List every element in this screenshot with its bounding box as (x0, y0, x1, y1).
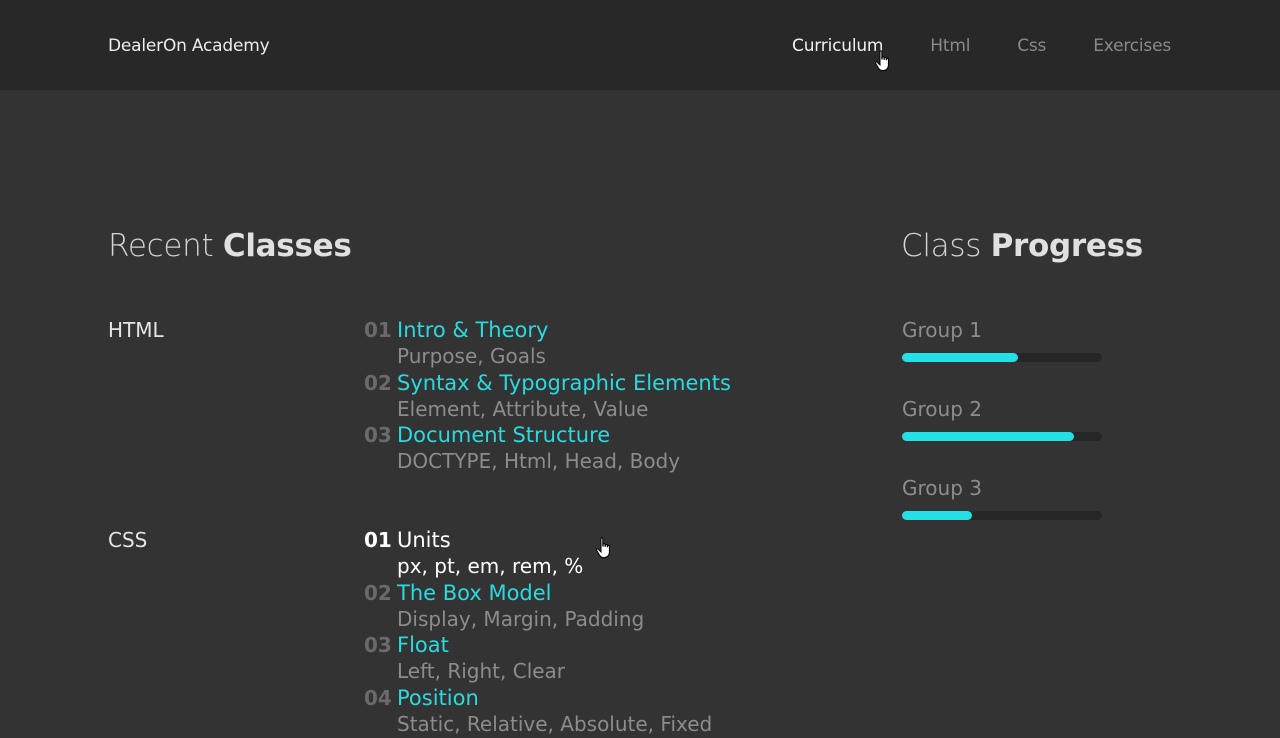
progress-track (902, 511, 1102, 520)
lesson-topics: px, pt, em, rem, % (397, 554, 584, 578)
lesson-number: 01 (364, 528, 392, 552)
progress-item-group-2: Group 2 (902, 397, 1102, 441)
progress-track (902, 353, 1102, 362)
progress-item-group-3: Group 3 (902, 476, 1102, 520)
lesson-topics: Element, Attribute, Value (397, 396, 649, 421)
hand-pointer-icon (874, 50, 889, 71)
lesson-number: 04 (364, 685, 392, 710)
lesson-topics: DOCTYPE, Html, Head, Body (397, 449, 681, 473)
nav-item-css[interactable]: Css (1017, 36, 1046, 56)
progress-label: Group 1 (902, 318, 982, 342)
nav-item-html[interactable]: Html (930, 36, 970, 56)
progress-item-group-1: Group 1 (902, 318, 1102, 362)
hand-pointer-icon (595, 537, 610, 558)
lesson-title-link[interactable]: The Box Model (397, 581, 552, 605)
group-label-html: HTML (108, 318, 164, 342)
main-nav: Curriculum Html Css Exercises (745, 36, 1171, 56)
progress-label: Group 3 (902, 476, 982, 500)
progress-fill (902, 511, 972, 520)
nav-item-exercises[interactable]: Exercises (1093, 36, 1171, 56)
lesson-topics: Static, Relative, Absolute, Fixed (397, 711, 713, 736)
progress-fill (902, 353, 1018, 362)
progress-title-light: Class (901, 228, 991, 264)
lesson-number: 03 (364, 633, 392, 657)
group-label-css: CSS (108, 528, 148, 552)
recent-classes-heading: Recent Classes (108, 228, 352, 264)
recent-title-light: Recent (108, 228, 223, 264)
brand-logo-text[interactable]: DealerOn Academy (108, 36, 270, 56)
lesson-topics: Purpose, Goals (397, 344, 546, 368)
lesson-title-link[interactable]: Units (397, 528, 451, 552)
lesson-title-link[interactable]: Document Structure (397, 423, 610, 447)
lesson-title-link[interactable]: Intro & Theory (397, 318, 548, 342)
top-navigation-bar: DealerOn Academy Curriculum Html Css Exe… (0, 0, 1280, 90)
nav-item-curriculum[interactable]: Curriculum (792, 36, 883, 56)
progress-fill (902, 432, 1074, 441)
lesson-number: 01 (364, 318, 392, 342)
lesson-title-link[interactable]: Syntax & Typographic Elements (397, 371, 731, 395)
lesson-title-link[interactable]: Float (397, 633, 449, 657)
lesson-number: 02 (364, 580, 392, 605)
lesson-topics: Display, Margin, Padding (397, 606, 645, 631)
progress-title-bold: Progress (990, 228, 1144, 264)
class-progress-heading: Class Progress (901, 228, 1143, 264)
lesson-number: 03 (364, 423, 392, 447)
lesson-number: 02 (364, 370, 392, 395)
recent-title-bold: Classes (222, 228, 352, 264)
lesson-topics: Left, Right, Clear (397, 659, 566, 683)
lesson-title-link[interactable]: Position (397, 686, 479, 710)
progress-track (902, 432, 1102, 441)
progress-label: Group 2 (902, 397, 982, 421)
